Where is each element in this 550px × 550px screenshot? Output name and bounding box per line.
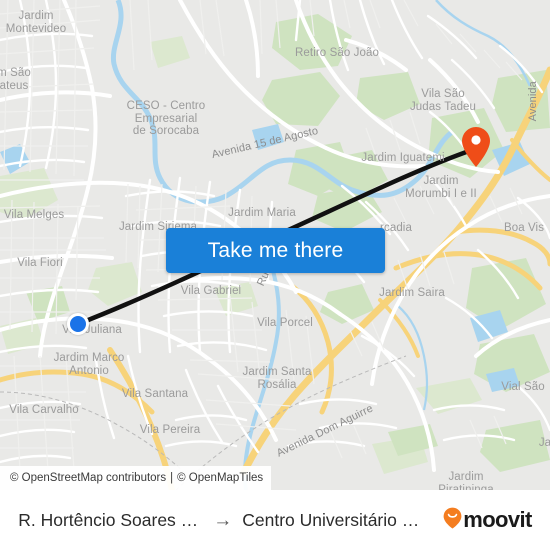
attribution-separator: | bbox=[170, 472, 174, 484]
footer-destination-label: Centro Universitário F… bbox=[242, 509, 428, 530]
take-me-there-button[interactable]: Take me there bbox=[166, 228, 385, 273]
map-attribution: © OpenStreetMap contributors | © OpenMap… bbox=[0, 466, 272, 490]
trip-footer: R. Hortêncio Soares Marti… → Centro Univ… bbox=[0, 490, 550, 550]
moovit-wordmark: moovit bbox=[463, 507, 532, 532]
moovit-pin-icon bbox=[443, 507, 462, 534]
origin-marker[interactable] bbox=[67, 313, 89, 335]
destination-marker[interactable] bbox=[461, 126, 491, 173]
attribution-osm[interactable]: © OpenStreetMap contributors bbox=[10, 472, 166, 484]
footer-origin-label: R. Hortêncio Soares Marti… bbox=[18, 509, 203, 530]
moovit-map-screen: .pk { fill:#cfe3c0; } .pk2 { fill:#dce8c… bbox=[0, 0, 550, 550]
attribution-openmaptiles[interactable]: © OpenMapTiles bbox=[177, 472, 263, 484]
moovit-logo[interactable]: moovit bbox=[443, 507, 532, 534]
arrow-right-icon: → bbox=[213, 509, 233, 531]
map-canvas[interactable]: .pk { fill:#cfe3c0; } .pk2 { fill:#dce8c… bbox=[0, 0, 550, 490]
